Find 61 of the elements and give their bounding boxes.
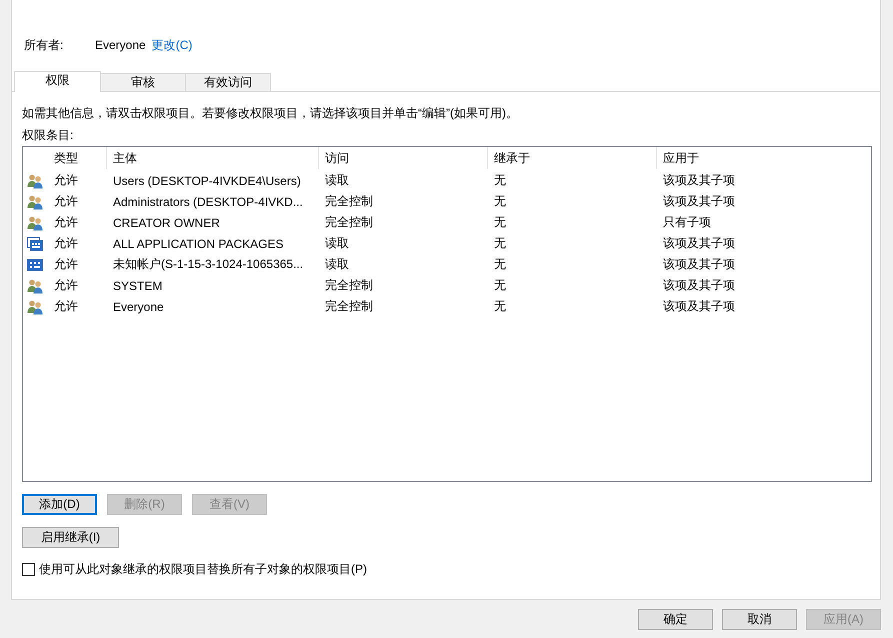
table-cell-text: 无	[493, 298, 507, 315]
users-icon	[27, 172, 43, 188]
table-cell-text: 该项及其子项	[662, 277, 736, 294]
tab[interactable]: 审核	[100, 73, 186, 91]
enable-inheritance-button[interactable]: 启用继承(I)	[22, 527, 119, 548]
table-cell-text: 该项及其子项	[662, 235, 736, 252]
column-header[interactable]: 类型	[48, 147, 107, 169]
table-cell-text: 该项及其子项	[662, 256, 736, 273]
checkbox[interactable]	[22, 563, 35, 576]
table-cell-text: 无	[493, 235, 507, 252]
users-icon	[27, 214, 43, 230]
table-cell-text: 无	[493, 256, 507, 273]
table-cell-text: 允许	[53, 277, 79, 294]
table-cell-text: 未知帐户(S-1-15-3-1024-1065365...	[112, 256, 304, 273]
table-cell-text: 读取	[324, 235, 350, 252]
table-cell-text: 无	[493, 193, 507, 210]
table-cell-text: 完全控制	[324, 298, 374, 315]
column-header[interactable]: 继承于	[488, 147, 657, 169]
table-cell-text: CREATOR OWNER	[112, 216, 221, 230]
table-cell-text: 完全控制	[324, 193, 374, 210]
table-cell-text: 该项及其子项	[662, 298, 736, 315]
table-cell-text: Administrators (DESKTOP-4IVKD...	[112, 194, 304, 208]
owner-label: 所有者:	[24, 36, 64, 54]
table-cell-text: 读取	[324, 172, 350, 189]
table-cell-text: 允许	[53, 172, 79, 189]
users-icon	[27, 194, 43, 210]
table-cell-text: 读取	[324, 256, 350, 273]
tab[interactable]: 权限	[14, 71, 101, 92]
table-cell-text: 无	[493, 214, 507, 231]
button[interactable]: 确定	[638, 609, 713, 630]
list-label: 权限条目:	[22, 127, 74, 143]
table-cell-text: 该项及其子项	[662, 193, 736, 210]
window-icon	[27, 236, 43, 252]
info-text: 如需其他信息，请双击权限项目。若要修改权限项目，请选择该项目并单击“编辑”(如果可用)。	[22, 105, 519, 121]
tab[interactable]: 有效访问	[185, 73, 271, 91]
column-header[interactable]: 应用于	[657, 147, 871, 169]
column-header[interactable]: 主体	[107, 147, 319, 169]
table-cell-text: 允许	[53, 193, 79, 210]
table-cell-text: 完全控制	[324, 277, 374, 294]
table-cell-text: 无	[493, 172, 507, 189]
checkbox-label: 使用可从此对象继承的权限项目替换所有子对象的权限项目(P)	[39, 561, 367, 578]
table-cell-text: 允许	[53, 214, 79, 231]
table-cell-text: 允许	[53, 256, 79, 273]
button[interactable]: 添加(D)	[22, 494, 97, 515]
table-cell-text: 允许	[53, 235, 79, 252]
table-cell-text: Everyone	[112, 300, 165, 314]
change-link[interactable]: 更改(C)	[152, 36, 192, 54]
table-cell-text: 只有子项	[662, 214, 712, 231]
table-cell-text: 允许	[53, 298, 79, 315]
users-icon	[27, 298, 43, 314]
table-cell-text: Users (DESKTOP-4IVKDE4\Users)	[112, 174, 302, 188]
table-cell-text: ALL APPLICATION PACKAGES	[112, 236, 285, 250]
column-header[interactable]: 访问	[319, 147, 488, 169]
users-icon	[27, 278, 43, 294]
button[interactable]: 取消	[722, 609, 797, 630]
table-cell-text: 该项及其子项	[662, 172, 736, 189]
table-cell-text: 完全控制	[324, 214, 374, 231]
window-icon	[27, 256, 43, 272]
table-cell-text: SYSTEM	[112, 278, 164, 292]
owner-name: Everyone	[95, 38, 146, 52]
table-cell-text: 无	[493, 277, 507, 294]
